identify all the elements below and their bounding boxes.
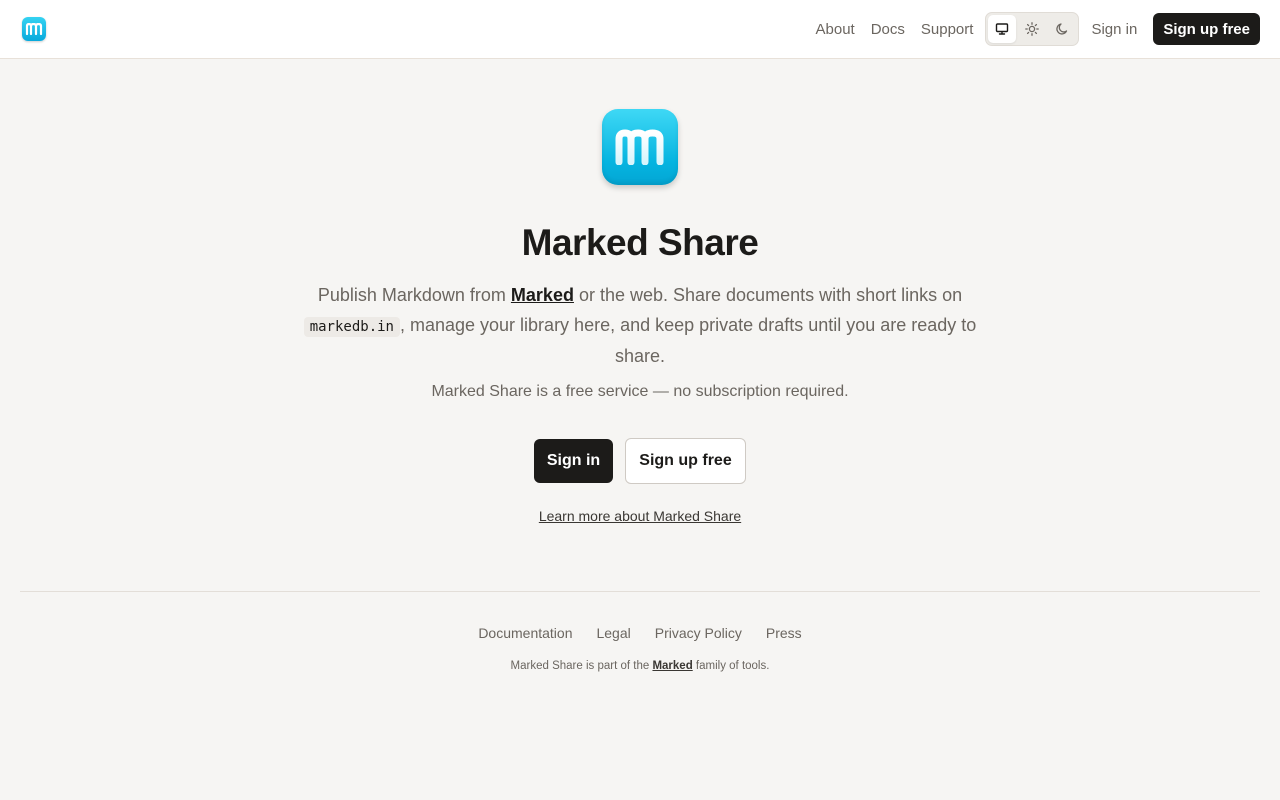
monitor-icon bbox=[996, 23, 1009, 35]
footer-link-legal[interactable]: Legal bbox=[596, 625, 630, 641]
learn-more-container: Learn more about Marked Share bbox=[0, 508, 1280, 526]
moon-icon bbox=[1056, 23, 1068, 35]
sign-up-button[interactable]: Sign up free bbox=[625, 438, 746, 484]
footer-note-text: family of tools. bbox=[692, 660, 770, 672]
marked-logo-icon bbox=[602, 109, 678, 185]
top-nav: About Docs Support Sign in Sign up free bbox=[816, 12, 1260, 46]
marked-link[interactable]: Marked bbox=[511, 285, 574, 305]
cta-buttons: Sign in Sign up free bbox=[534, 438, 746, 484]
sun-icon bbox=[1025, 22, 1040, 36]
hero-description: Publish Markdown from Marked or the web.… bbox=[300, 281, 980, 372]
nav-about-link[interactable]: About bbox=[816, 21, 855, 38]
footer-marked-link[interactable]: Marked bbox=[652, 660, 692, 672]
header-sign-in-link[interactable]: Sign in bbox=[1091, 21, 1137, 38]
page-title: Marked Share bbox=[521, 222, 759, 263]
free-service-note: Marked Share is a free service — no subs… bbox=[431, 383, 849, 400]
nav-docs-link[interactable]: Docs bbox=[871, 21, 905, 38]
footer-note: Marked Share is part of the Marked famil… bbox=[0, 660, 1280, 672]
header-sign-up-button[interactable]: Sign up free bbox=[1153, 13, 1260, 45]
marked-logo-icon[interactable] bbox=[22, 17, 46, 41]
hero-description-text: Publish Markdown from bbox=[317, 285, 511, 305]
footer-note-text: Marked Share is part of the bbox=[510, 660, 653, 672]
theme-light-button[interactable] bbox=[1018, 15, 1046, 43]
footer-link-press[interactable]: Press bbox=[766, 625, 802, 641]
theme-system-button[interactable] bbox=[988, 15, 1017, 43]
learn-more-link[interactable]: Learn more about Marked Share bbox=[539, 508, 741, 524]
footer-link-documentation[interactable]: Documentation bbox=[478, 625, 572, 641]
theme-dark-button[interactable] bbox=[1048, 15, 1076, 43]
sign-in-button[interactable]: Sign in bbox=[534, 439, 613, 483]
theme-toggle bbox=[985, 12, 1080, 46]
footer-links: Documentation Legal Privacy Policy Press bbox=[0, 625, 1280, 641]
footer-link-privacy[interactable]: Privacy Policy bbox=[655, 625, 742, 641]
footer-divider bbox=[20, 591, 1260, 592]
domain-code: markedb.in bbox=[303, 316, 400, 337]
hero-description-text: , manage your library here, and keep pri… bbox=[399, 314, 977, 367]
nav-support-link[interactable]: Support bbox=[921, 21, 974, 38]
hero-description-text: or the web. Share documents with short l… bbox=[573, 285, 963, 305]
top-header: About Docs Support Sign in Sign up free bbox=[0, 0, 1280, 59]
